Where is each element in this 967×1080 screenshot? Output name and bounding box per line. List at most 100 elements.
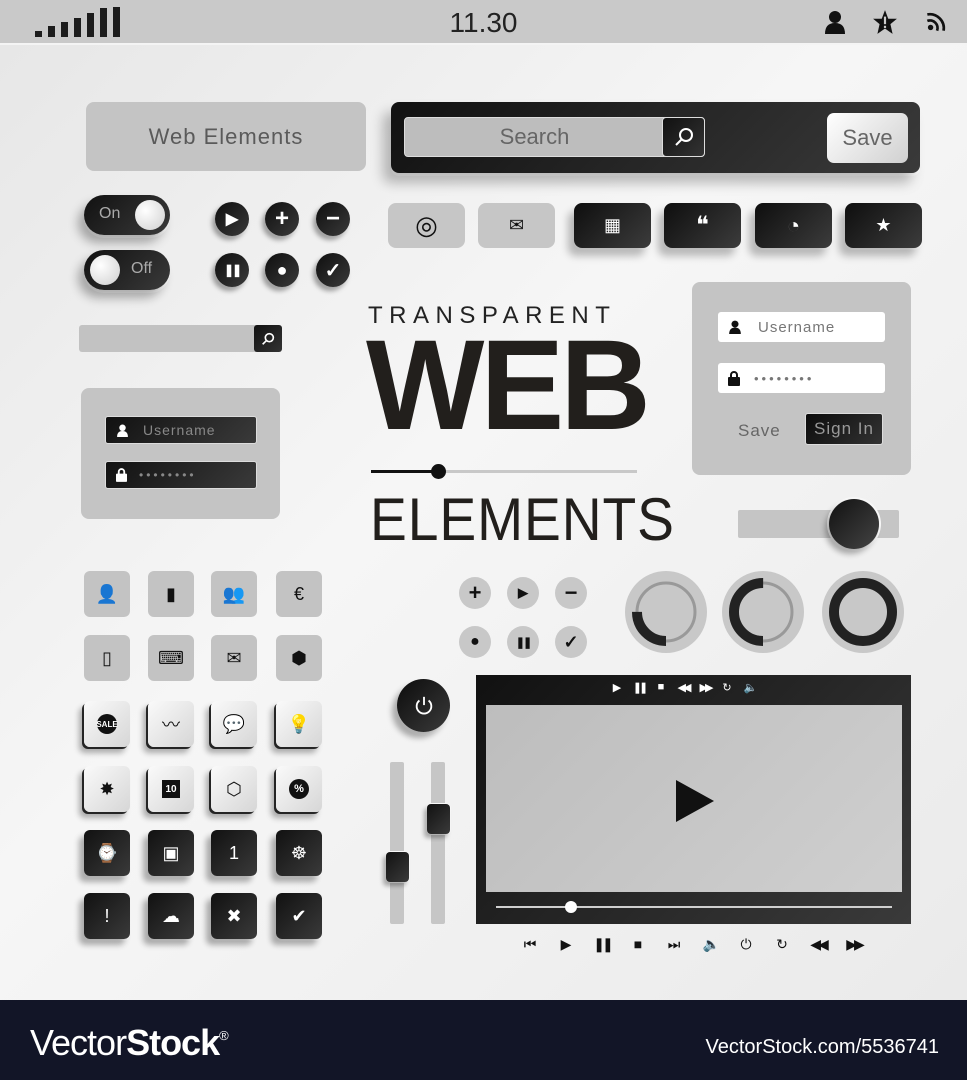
rewind-control[interactable]: ◀◀ [672, 681, 694, 694]
username-field[interactable]: Username [718, 312, 885, 342]
rain-cloud-icon: ☁ [162, 905, 180, 926]
group-icon: 👥 [222, 583, 246, 604]
play-control[interactable]: ▶ [548, 936, 584, 953]
canvas: 11.30 Web Elements Search Save On Off ▶ … [0, 0, 967, 1000]
power-control[interactable]: ⏻ [728, 936, 764, 953]
title-slider-track[interactable] [371, 464, 637, 479]
icon-tile[interactable]: 10 [148, 766, 194, 812]
fast-forward-control[interactable]: ▶▶ [836, 936, 872, 953]
icon-tile[interactable]: SALE [84, 701, 130, 747]
check-button[interactable]: ✓ [555, 626, 587, 658]
plus-icon: + [274, 205, 289, 232]
user-icon: 👤 [95, 583, 119, 604]
icon-tile[interactable]: 💬 [211, 701, 257, 747]
horizontal-slider-thumb[interactable] [828, 499, 879, 549]
sign-in-button[interactable]: Sign In [805, 413, 883, 445]
icon-tile[interactable]: 〰 [148, 701, 194, 747]
user-icon[interactable] [822, 9, 848, 35]
plus-icon: + [468, 580, 482, 605]
pause-control[interactable]: ❚❚ [628, 681, 650, 694]
toggle-knob[interactable] [135, 200, 165, 230]
icon-tile[interactable]: ▣ [148, 830, 194, 876]
progress-rings [625, 571, 904, 653]
icon-tile[interactable]: ⌚ [84, 830, 130, 876]
video-screen[interactable] [486, 705, 902, 892]
icon-tile[interactable]: ▮ [148, 571, 194, 617]
icon-tile[interactable]: ☁ [148, 893, 194, 939]
icon-tile[interactable]: ▯ [84, 635, 130, 681]
icon-tile[interactable]: ✉ [211, 635, 257, 681]
icon-tile[interactable]: 👥 [211, 571, 257, 617]
stop-control[interactable]: ■ [620, 936, 656, 952]
toggle-on[interactable]: On [84, 195, 170, 235]
star-alert-icon[interactable] [872, 9, 898, 35]
pause-button[interactable]: ❚❚ [215, 253, 249, 287]
pause-button[interactable]: ❚❚ [507, 626, 539, 658]
mail-button[interactable]: ✉ [478, 203, 555, 248]
play-icon[interactable] [674, 778, 716, 824]
minus-icon: − [564, 580, 578, 605]
icon-tile[interactable]: ☸ [276, 830, 322, 876]
small-search-input[interactable] [79, 325, 257, 352]
icon-tile[interactable]: % [276, 766, 322, 812]
minus-button[interactable]: − [316, 202, 350, 236]
vertical-slider-track-1[interactable] [390, 762, 404, 924]
icon-tile[interactable]: ✖ [211, 893, 257, 939]
fast-forward-control[interactable]: ▶▶ [694, 681, 716, 694]
icon-tile[interactable]: ! [84, 893, 130, 939]
vertical-slider-track-2[interactable] [431, 762, 445, 924]
play-control[interactable]: ▶ [606, 681, 628, 694]
icon-tile[interactable]: ✔ [276, 893, 322, 939]
skip-previous-control[interactable]: ⏮ [512, 936, 548, 953]
trend-line-icon: 〰 [162, 715, 180, 735]
wifi-icon[interactable] [923, 9, 949, 35]
vertical-slider-thumb-2[interactable] [427, 803, 450, 834]
globe-button[interactable]: ▦ [574, 203, 651, 248]
search-button[interactable] [662, 117, 705, 157]
target-button[interactable]: ◎ [388, 203, 465, 248]
play-button[interactable]: ▶ [215, 202, 249, 236]
icon-tile[interactable]: ⬡ [211, 766, 257, 812]
repeat-control[interactable]: ↻ [716, 681, 738, 694]
plus-button[interactable]: + [459, 577, 491, 609]
search-input[interactable]: Search [404, 117, 705, 157]
volume-control[interactable]: 🔈 [738, 681, 760, 694]
vertical-slider-thumb-1[interactable] [386, 852, 409, 883]
icon-tile[interactable]: ✸ [84, 766, 130, 812]
password-field[interactable]: •••••••• [105, 461, 257, 489]
repeat-control[interactable]: ↻ [764, 936, 800, 953]
icon-tile[interactable]: € [276, 571, 322, 617]
vectorstock-logo: VectorStock® [30, 1022, 229, 1064]
toggle-knob[interactable] [90, 255, 120, 285]
password-field[interactable]: •••••••• [718, 363, 885, 393]
pie-chart-button[interactable]: ◔ [755, 203, 832, 248]
record-button[interactable]: ● [459, 626, 491, 658]
save-button[interactable]: Save [827, 113, 908, 163]
alert-button[interactable]: ★ [845, 203, 922, 248]
small-search-button[interactable] [254, 325, 282, 352]
volume-control[interactable]: 🔈 [692, 936, 728, 953]
title-slider-thumb[interactable] [430, 464, 446, 479]
username-field[interactable]: Username [105, 416, 257, 444]
check-button[interactable]: ✓ [316, 253, 350, 287]
play-button[interactable]: ▶ [507, 577, 539, 609]
icon-tile[interactable]: 💡 [276, 701, 322, 747]
plus-button[interactable]: + [265, 202, 299, 236]
stop-control[interactable]: ■ [650, 681, 672, 693]
skip-next-control[interactable]: ⏭ [656, 936, 692, 953]
record-button[interactable]: ● [265, 253, 299, 287]
toggle-off[interactable]: Off [84, 250, 170, 290]
image-reference: VectorStock.com/5536741 [705, 1036, 939, 1058]
icon-tile[interactable]: ⬢ [276, 635, 322, 681]
icon-tile[interactable]: ⌨ [148, 635, 194, 681]
save-link[interactable]: Save [738, 421, 781, 441]
icon-tile[interactable]: 1 [211, 830, 257, 876]
icon-tile[interactable]: 👤 [84, 571, 130, 617]
chat-button[interactable]: ❝ [664, 203, 741, 248]
minus-button[interactable]: − [555, 577, 587, 609]
pause-control[interactable]: ❚❚ [584, 936, 620, 953]
power-button[interactable] [397, 679, 450, 732]
rewind-control[interactable]: ◀◀ [800, 936, 836, 953]
player-seek-thumb[interactable] [565, 901, 578, 913]
player-seek-track[interactable] [496, 906, 892, 908]
